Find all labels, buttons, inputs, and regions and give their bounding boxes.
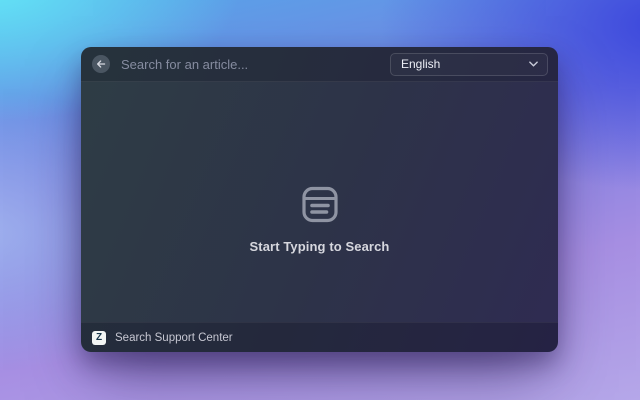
footer-bar: Z Search Support Center [81, 322, 558, 352]
empty-state: Start Typing to Search [250, 186, 390, 254]
search-header: English [81, 47, 558, 82]
back-button[interactable] [92, 55, 110, 73]
desktop-background: English Start Typing to Search Z [0, 0, 640, 400]
language-dropdown[interactable]: English [390, 53, 548, 76]
search-results-area: Start Typing to Search [81, 82, 558, 322]
zendesk-logo-icon: Z [92, 331, 106, 345]
chevron-down-icon [529, 61, 538, 67]
search-widget-window: English Start Typing to Search Z [81, 47, 558, 352]
empty-state-message: Start Typing to Search [250, 239, 390, 254]
zendesk-logo-letter: Z [96, 333, 102, 343]
footer-label: Search Support Center [115, 332, 233, 344]
search-input[interactable] [119, 56, 390, 73]
language-dropdown-value: English [401, 57, 440, 71]
article-icon [302, 186, 338, 223]
arrow-left-icon [96, 59, 106, 69]
